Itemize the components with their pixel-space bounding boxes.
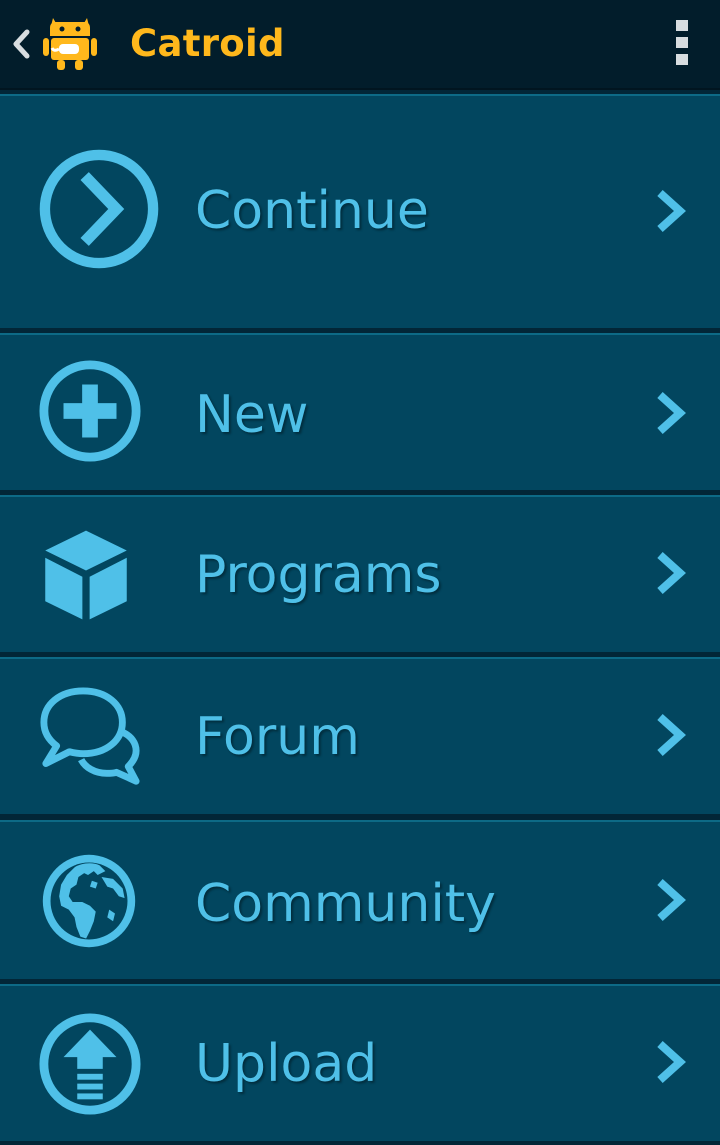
plus-circle-icon (39, 360, 141, 462)
menu-item-programs[interactable]: Programs (0, 495, 720, 652)
chevron-right-icon (657, 552, 686, 594)
catroid-logo-icon[interactable] (42, 14, 98, 72)
menu-item-upload[interactable]: Upload (0, 984, 720, 1141)
chevron-right-icon (657, 879, 686, 921)
chevron-right-icon (657, 392, 686, 434)
main-menu-screen: Catroid Continue New Programs Forum Comm… (0, 0, 720, 1145)
chevron-right-icon (657, 714, 686, 756)
cube-icon (45, 530, 127, 620)
action-bar: Catroid (0, 0, 720, 90)
app-title: Catroid (130, 22, 285, 65)
menu-item-label: New (195, 385, 309, 445)
menu-item-label: Continue (195, 181, 429, 241)
upload-circle-icon (39, 1013, 141, 1115)
chevron-right-icon (657, 1041, 686, 1083)
chevron-right-icon (657, 190, 686, 232)
menu-item-continue[interactable]: Continue (0, 94, 720, 328)
menu-item-community[interactable]: Community (0, 820, 720, 979)
menu-item-new[interactable]: New (0, 333, 720, 490)
overflow-menu-icon[interactable] (664, 18, 700, 68)
menu-item-label: Upload (195, 1034, 378, 1094)
menu-item-forum[interactable]: Forum (0, 657, 720, 814)
menu-item-label: Community (195, 874, 496, 934)
globe-icon (42, 854, 136, 948)
speech-bubbles-icon (40, 687, 140, 785)
menu-item-label: Forum (195, 707, 360, 767)
continue-arrow-circle-icon (39, 149, 159, 269)
chevron-left-icon[interactable] (8, 22, 34, 66)
menu-item-label: Programs (195, 545, 442, 605)
